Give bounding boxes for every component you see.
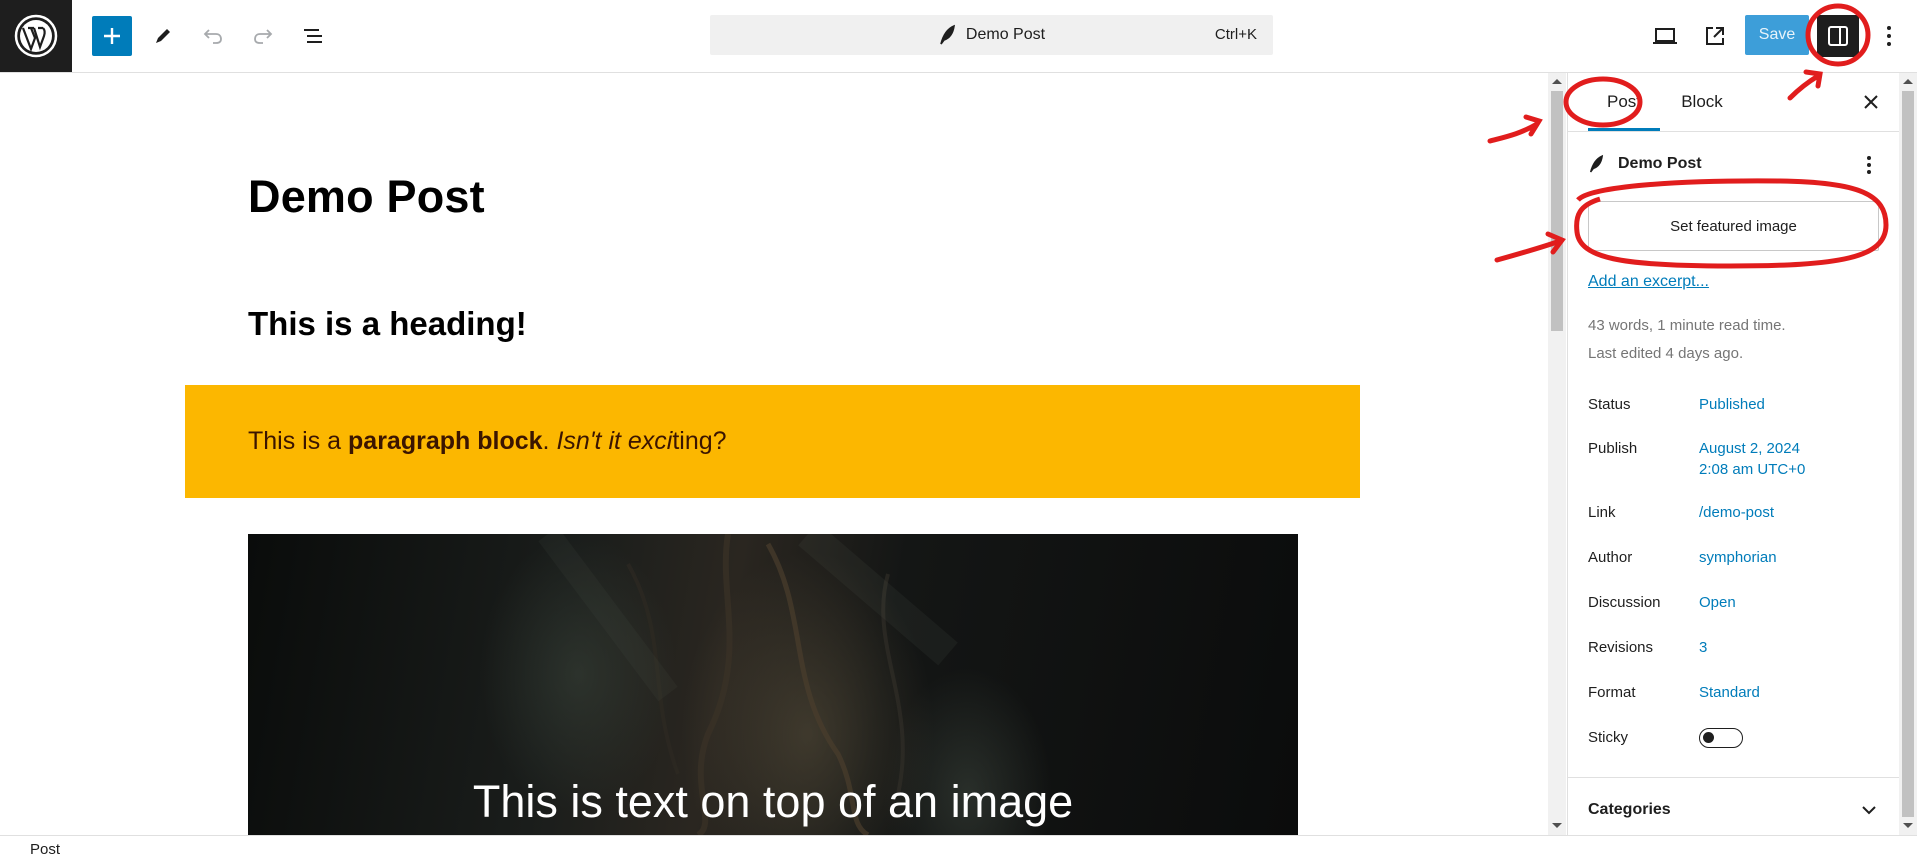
paragraph-text-prefix: This is a (248, 427, 349, 455)
discussion-value[interactable]: Open (1699, 592, 1736, 613)
author-label: Author (1588, 549, 1633, 566)
paragraph-block[interactable]: This is a paragraph block. Isn't it exci… (185, 385, 1360, 498)
command-bar-shortcut: Ctrl+K (1214, 26, 1257, 43)
post-actions-button[interactable] (1859, 153, 1879, 177)
scroll-up-arrow[interactable] (1552, 79, 1562, 84)
redo-button[interactable] (243, 16, 283, 56)
post-card-title-text: Demo Post (1618, 155, 1702, 172)
tab-block[interactable]: Block (1660, 73, 1744, 131)
heading-block[interactable]: This is a heading! (248, 305, 527, 343)
categories-panel[interactable]: Categories (1568, 777, 1900, 835)
status-value[interactable]: Published (1699, 394, 1765, 415)
command-bar-title-text: Demo Post (965, 26, 1046, 43)
link-label: Link (1588, 504, 1616, 521)
revisions-value[interactable]: 3 (1699, 637, 1707, 658)
link-value[interactable]: /demo-post (1699, 502, 1774, 523)
publish-label: Publish (1588, 440, 1638, 457)
editor-canvas: Demo Post This is a heading! This is a p… (0, 73, 1548, 835)
status-label: Status (1588, 396, 1631, 413)
breadcrumb-post[interactable]: Post (30, 841, 60, 858)
paragraph-text-suffix: ting? (672, 427, 727, 455)
sidebar-toggle-icon (1828, 26, 1848, 46)
categories-label: Categories (1588, 801, 1671, 818)
canvas-scroll-thumb[interactable] (1551, 91, 1563, 331)
add-excerpt-link[interactable]: Add an excerpt... (1588, 273, 1709, 291)
last-edited-text: Last edited 4 days ago. (1588, 345, 1744, 362)
paragraph-text-mid: . (542, 427, 557, 455)
set-featured-image-button[interactable]: Set featured image (1588, 201, 1879, 251)
laptop-icon (1653, 28, 1677, 44)
publish-date-value[interactable]: August 2, 2024 2:08 am UTC+0 (1699, 438, 1805, 480)
sticky-toggle-knob (1703, 732, 1714, 743)
format-label: Format (1588, 684, 1636, 701)
editor-header: Demo Post Ctrl+K Save (0, 0, 1917, 73)
block-breadcrumb-bar: Post (0, 835, 1917, 863)
sticky-toggle[interactable] (1699, 728, 1743, 748)
post-card-title: Demo Post (1588, 153, 1702, 175)
tools-button[interactable] (143, 16, 183, 56)
document-overview-button[interactable] (293, 16, 333, 56)
canvas-scrollbar[interactable] (1548, 73, 1566, 835)
document-overview-icon (304, 29, 322, 43)
settings-sidebar-toggle[interactable] (1817, 15, 1859, 57)
page-scroll-thumb[interactable] (1902, 91, 1914, 817)
publish-date: August 2, 2024 (1699, 440, 1800, 457)
page-scroll-down-arrow[interactable] (1903, 823, 1913, 828)
more-vertical-icon (1867, 156, 1871, 174)
word-count-text: 43 words, 1 minute read time. (1588, 317, 1786, 334)
undo-icon (203, 29, 222, 44)
paragraph-text-bold: paragraph block (348, 427, 543, 455)
sticky-label: Sticky (1588, 729, 1629, 746)
cover-text[interactable]: This is text on top of an image (248, 776, 1298, 828)
sidebar-tabs: Post Block (1568, 73, 1900, 132)
categories-toggle[interactable] (1859, 800, 1879, 820)
post-title[interactable]: Demo Post (248, 171, 485, 223)
publish-time: 2:08 am UTC+0 (1699, 461, 1806, 478)
settings-sidebar: Post Block Demo Post Set featured image … (1567, 73, 1900, 835)
external-link-icon (1706, 27, 1724, 45)
undo-button[interactable] (193, 16, 233, 56)
page-scrollbar[interactable] (1899, 73, 1917, 835)
redo-icon (254, 29, 273, 44)
command-bar-title: Demo Post (938, 24, 1045, 46)
close-sidebar-button[interactable] (1858, 89, 1884, 115)
chevron-down-icon (1862, 805, 1876, 814)
command-palette-bar[interactable]: Demo Post Ctrl+K (710, 15, 1273, 55)
scroll-down-arrow[interactable] (1552, 823, 1562, 828)
plus-icon (104, 28, 120, 44)
tab-post[interactable]: Post (1588, 73, 1660, 131)
cover-block[interactable]: This is text on top of an image (248, 534, 1298, 835)
add-block-button[interactable] (92, 16, 132, 56)
revisions-label: Revisions (1588, 639, 1654, 656)
feather-icon (1589, 154, 1604, 173)
options-button[interactable] (1869, 16, 1909, 56)
format-value[interactable]: Standard (1699, 682, 1760, 703)
save-button[interactable]: Save (1745, 15, 1809, 55)
paragraph-text-italic: Isn't it exci (556, 427, 673, 455)
feather-icon (940, 24, 955, 45)
page-scroll-up-arrow[interactable] (1903, 79, 1913, 84)
wordpress-logo-button[interactable] (0, 0, 72, 72)
view-button[interactable] (1645, 16, 1685, 56)
view-post-button[interactable] (1695, 16, 1735, 56)
close-icon (1864, 95, 1878, 109)
wordpress-logo-icon (14, 14, 58, 58)
author-value[interactable]: symphorian (1699, 547, 1777, 568)
pencil-icon (156, 29, 170, 43)
discussion-label: Discussion (1588, 594, 1661, 611)
more-vertical-icon (1887, 26, 1891, 46)
